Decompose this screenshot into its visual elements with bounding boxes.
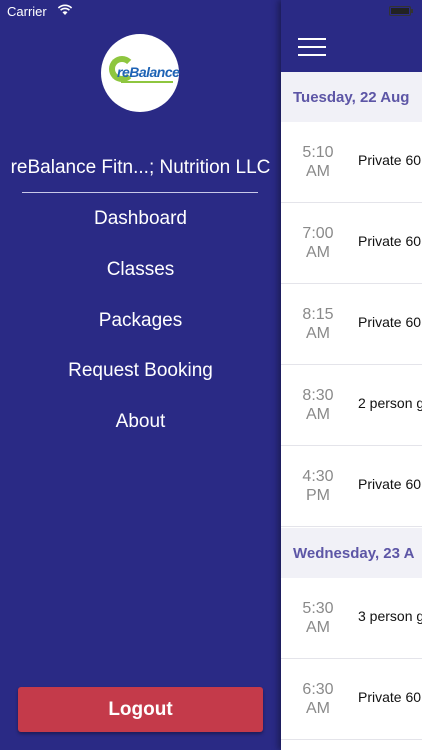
session-class: 3 person g (358, 608, 422, 624)
session-class: Private 60 (358, 476, 422, 492)
session-row[interactable]: 5:30 AM 3 person g (281, 578, 422, 659)
session-time: 8:15 AM (291, 284, 345, 364)
session-ampm: PM (306, 487, 330, 504)
session-row[interactable]: 8:15 AM Private 60 (281, 284, 422, 365)
session-class: Private 60 (358, 689, 422, 705)
session-time: 4:30 PM (291, 446, 345, 526)
session-hour: 8:30 (302, 387, 334, 404)
session-ampm: AM (306, 406, 330, 423)
session-hour: 6:30 (302, 681, 334, 698)
session-time: 7:00 AM (291, 203, 345, 283)
session-class: Private 60 (358, 314, 422, 330)
menu-item-packages[interactable]: Packages (0, 310, 281, 332)
session-row[interactable]: 4:30 PM Private 60 (281, 446, 422, 527)
menu-item-about[interactable]: About (0, 411, 281, 433)
session-time: 5:10 AM (291, 122, 345, 202)
session-hour: 8:15 (302, 306, 334, 323)
status-bar: Carrier (0, 0, 422, 22)
session-row[interactable]: 8:30 AM 2 person g (281, 365, 422, 446)
session-ampm: AM (306, 700, 330, 717)
logo-underline (121, 81, 173, 83)
session-hour: 4:30 (302, 468, 334, 485)
session-row[interactable]: 7:00 AM Private 60 (281, 203, 422, 284)
session-time: 5:30 AM (291, 578, 345, 658)
company-logo: reBalance (101, 34, 180, 112)
menu-divider (22, 192, 258, 193)
session-ampm: AM (306, 163, 330, 180)
hamburger-menu-icon[interactable] (298, 38, 326, 56)
session-hour: 7:00 (302, 225, 334, 242)
session-hour: 5:10 (302, 144, 334, 161)
session-ampm: AM (306, 244, 330, 261)
date-header: Tuesday, 22 Aug (281, 72, 422, 122)
logo-text: reBalance (117, 64, 180, 80)
company-name: reBalance Fitn...; Nutrition LLC (10, 157, 271, 178)
session-ampm: AM (306, 619, 330, 636)
session-row[interactable]: 6:30 AM Private 60 (281, 659, 422, 740)
session-class: Private 60 (358, 233, 422, 249)
date-header: Wednesday, 23 A (281, 528, 422, 578)
carrier-label: Carrier (7, 4, 47, 19)
session-class: 2 person g (358, 395, 422, 411)
wifi-icon (57, 4, 73, 15)
session-time: 6:30 AM (291, 659, 345, 739)
menu-item-classes[interactable]: Classes (0, 259, 281, 281)
session-hour: 5:30 (302, 600, 334, 617)
menu-item-dashboard[interactable]: Dashboard (0, 208, 281, 230)
session-time: 8:30 AM (291, 365, 345, 445)
side-menu: reBalance reBalance Fitn...; Nutrition L… (0, 0, 281, 750)
session-class: Private 60 (358, 152, 422, 168)
menu-item-request-booking[interactable]: Request Booking (0, 360, 281, 382)
battery-icon (389, 6, 413, 16)
logout-button[interactable]: Logout (18, 687, 263, 732)
schedule-panel: Tuesday, 22 Aug 5:10 AM Private 60 7:00 … (281, 0, 422, 750)
session-ampm: AM (306, 325, 330, 342)
session-row[interactable]: 5:10 AM Private 60 (281, 122, 422, 203)
